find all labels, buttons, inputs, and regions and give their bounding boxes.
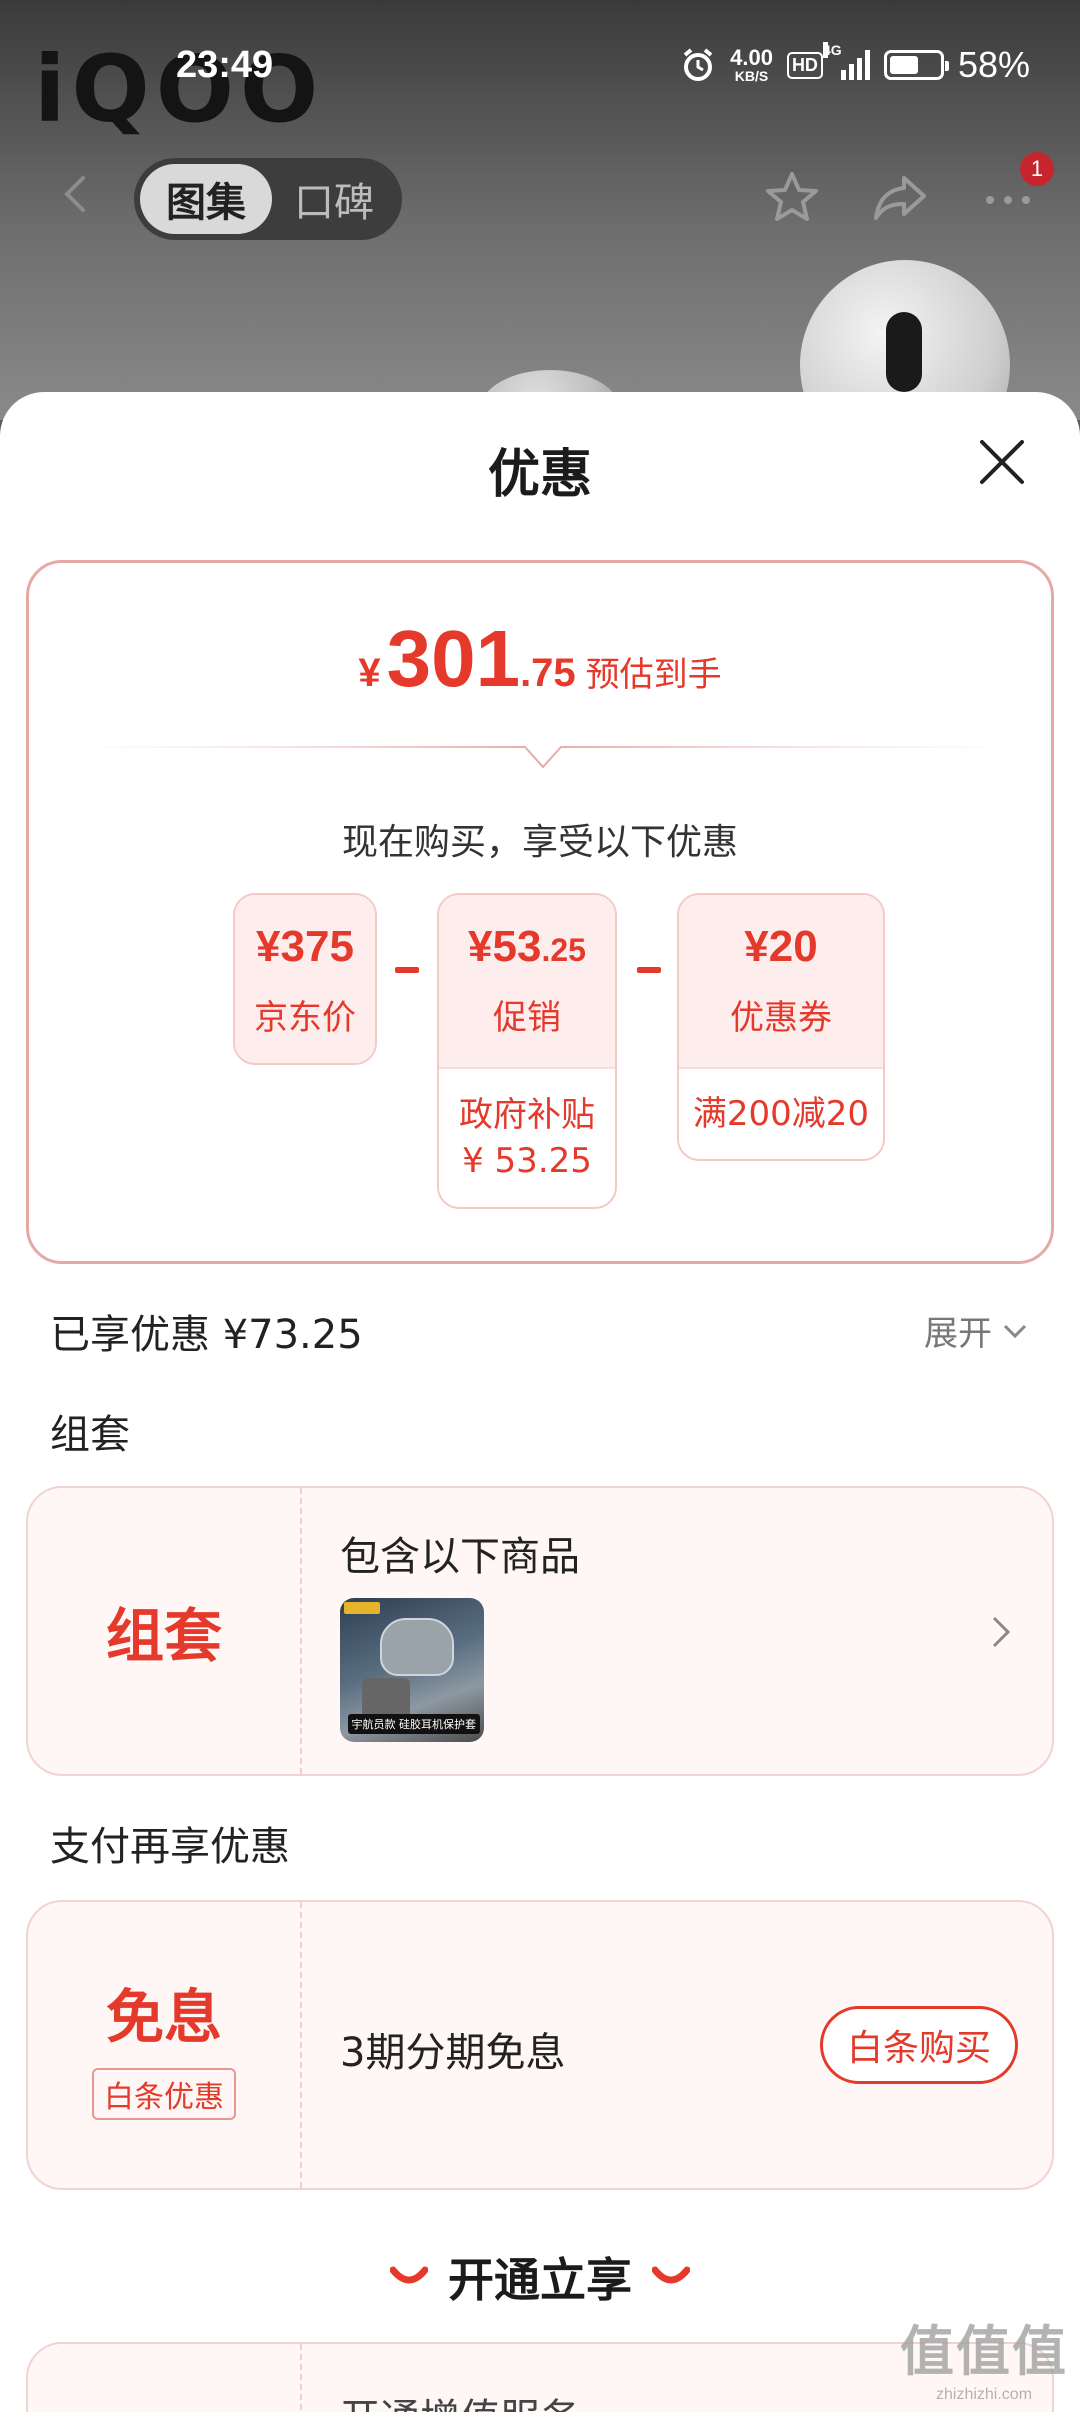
chevron-down-icon: [1003, 1324, 1027, 1338]
promotion-tile: ¥53.25 促销 政府补贴 ¥ 53.25: [437, 893, 617, 1209]
installment-text: 3期分期免息: [340, 2030, 566, 2076]
value-added-text: 开通增值服务: [340, 2386, 580, 2412]
smile-decoration-icon: [652, 2266, 690, 2284]
jd-price-tile: ¥375 京东价: [233, 893, 377, 1065]
status-time: 23:49: [176, 44, 274, 86]
promotion-value: ¥53.25: [468, 922, 586, 972]
interest-free-card: 免息 白条优惠 3期分期免息 白条购买: [26, 1900, 1054, 2190]
alarm-icon: [683, 48, 713, 81]
promotion-detail: 政府补贴 ¥ 53.25: [439, 1067, 615, 1207]
payment-heading: 支付再享优惠: [50, 1824, 290, 1870]
hd-icon: HD: [786, 51, 823, 79]
battery-percent: 58%: [957, 44, 1030, 85]
coupon-detail: 满200减20: [679, 1067, 883, 1159]
chevron-right-icon: [992, 1616, 1011, 1648]
smile-decoration-icon: [390, 2266, 428, 2284]
price-breakdown-card: ¥ 301 .75 预估到手 现在购买，享受以下优惠 ¥375 京东价 ¥53.…: [26, 560, 1054, 1264]
tab-gallery[interactable]: 图集: [140, 164, 272, 234]
minus-sign: [637, 967, 661, 973]
discount-sheet: 优惠 ¥ 301 .75 预估到手 现在购买，享受以下优惠 ¥375 京东价 ¥…: [0, 392, 1080, 2412]
battery-icon: [883, 50, 949, 80]
saved-amount: 已享优惠 ¥73.25: [50, 1312, 363, 1358]
coupon-label: 优惠券: [730, 997, 832, 1038]
bundle-card-title: 组套: [105, 1602, 222, 1670]
bundle-product-thumbnail[interactable]: 宇航员款 硅胶耳机保护套: [340, 1598, 484, 1742]
share-icon[interactable]: [868, 166, 932, 230]
bundle-card[interactable]: 组套 包含以下商品 宇航员款 硅胶耳机保护套: [26, 1486, 1054, 1776]
top-nav: 图集 口碑 1: [0, 150, 1080, 240]
network-speed: 4.00 KB/S: [730, 45, 773, 84]
card-subtitle: 现在购买，享受以下优惠: [341, 822, 738, 863]
signal-icon: 4G: [822, 42, 870, 80]
sheet-title: 优惠: [487, 445, 592, 505]
bundle-card-text: 包含以下商品: [340, 1534, 580, 1580]
bundle-heading: 组套: [50, 1412, 130, 1458]
notification-badge: 1: [1020, 152, 1054, 186]
card-divider: [65, 746, 1021, 769]
interest-free-title: 免息: [105, 1983, 222, 2051]
jd-price-label: 京东价: [254, 997, 356, 1038]
nav-actions: 1: [760, 152, 1054, 230]
tab-reviews[interactable]: 口碑: [272, 164, 396, 234]
status-icons: 4.00 KB/S HD 4G 58%: [680, 42, 1030, 86]
star-icon[interactable]: [760, 166, 824, 230]
expand-button[interactable]: 展开: [924, 1306, 1028, 1355]
back-icon[interactable]: [56, 174, 96, 214]
more-button[interactable]: 1: [976, 152, 1054, 230]
site-watermark: 值值值 zhizhizhi.com: [900, 2320, 1068, 2403]
coupon-tile: ¥20 优惠券 满200减20: [677, 893, 885, 1161]
coupon-value: ¥20: [744, 922, 818, 972]
baitiao-buy-button[interactable]: 白条购买: [819, 2006, 1018, 2084]
promotion-label: 促销: [493, 997, 561, 1038]
baitiao-tag: 白条优惠: [92, 2068, 236, 2120]
status-bar: 23:49 4.00 KB/S HD 4G 58%: [0, 0, 1080, 140]
close-icon[interactable]: [974, 434, 1030, 490]
open-benefits-heading: 开通立享: [0, 2244, 1080, 2310]
gallery-review-switch: 图集 口碑: [134, 158, 402, 240]
estimated-price: ¥ 301 .75 预估到手: [358, 614, 722, 703]
jd-price-value: ¥375: [256, 922, 354, 972]
minus-sign: [395, 967, 419, 973]
